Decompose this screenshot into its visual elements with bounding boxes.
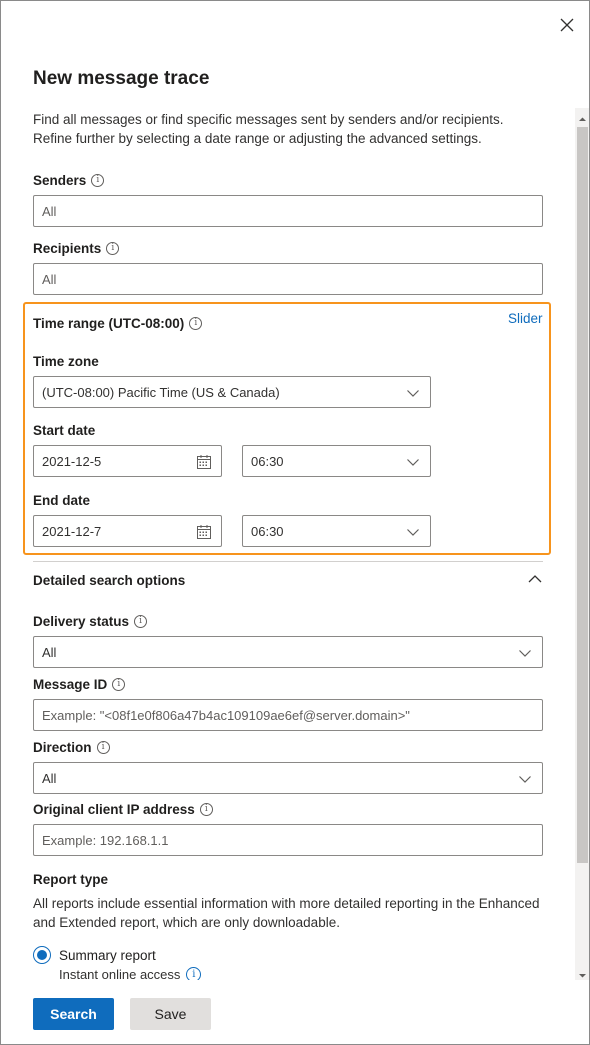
chevron-down-icon xyxy=(407,529,419,536)
recipients-placeholder: All xyxy=(42,271,57,287)
time-range-label: Time range (UTC-08:00) i xyxy=(33,316,203,331)
chevron-down-icon xyxy=(407,459,419,466)
delivery-status-value: All xyxy=(42,644,57,660)
report-type-description: All reports include essential informatio… xyxy=(33,896,540,930)
search-button[interactable]: Search xyxy=(33,998,114,1030)
report-type-label: Report type xyxy=(33,872,109,887)
end-date-value: 2021-12-7 xyxy=(42,523,102,539)
start-date-picker[interactable]: 2021-12-5 xyxy=(33,445,222,477)
info-icon[interactable]: i xyxy=(112,678,126,691)
time-zone-dropdown[interactable]: (UTC-08:00) Pacific Time (US & Canada) xyxy=(33,376,431,408)
delivery-status-label-text: Delivery status xyxy=(33,614,130,629)
direction-dropdown[interactable]: All xyxy=(33,762,543,794)
recipients-input[interactable]: All xyxy=(33,263,543,295)
summary-report-radio[interactable]: Summary report xyxy=(33,946,156,964)
time-zone-value: (UTC-08:00) Pacific Time (US & Canada) xyxy=(42,384,280,400)
save-button[interactable]: Save xyxy=(130,998,211,1030)
time-zone-label: Time zone xyxy=(33,354,99,369)
panel-title: New message trace xyxy=(33,68,210,89)
chevron-down-icon xyxy=(519,650,531,657)
recipients-label-text: Recipients xyxy=(33,241,102,256)
end-time-value: 06:30 xyxy=(251,523,284,539)
message-id-label: Message ID i xyxy=(33,677,126,692)
message-id-placeholder: Example: "<08f1e0f806a47b4ac109109ae6ef@… xyxy=(42,707,410,723)
senders-label-text: Senders xyxy=(33,173,87,188)
senders-placeholder: All xyxy=(42,203,57,219)
radio-selected-icon[interactable] xyxy=(33,946,51,964)
scroll-down-icon[interactable] xyxy=(578,967,587,978)
senders-label: Senders i xyxy=(33,173,105,188)
end-time-dropdown[interactable]: 06:30 xyxy=(242,515,431,547)
detailed-search-header[interactable]: Detailed search options xyxy=(33,573,185,588)
delivery-status-label: Delivery status i xyxy=(33,614,148,629)
client-ip-input[interactable]: Example: 192.168.1.1 xyxy=(33,824,543,856)
message-id-input[interactable]: Example: "<08f1e0f806a47b4ac109109ae6ef@… xyxy=(33,699,543,731)
message-id-label-text: Message ID xyxy=(33,677,108,692)
chevron-up-icon[interactable] xyxy=(527,571,543,587)
slider-link[interactable]: Slider xyxy=(508,311,543,326)
senders-input[interactable]: All xyxy=(33,195,543,227)
calendar-icon[interactable] xyxy=(196,454,212,470)
info-icon[interactable]: i xyxy=(134,615,148,628)
info-icon[interactable]: i xyxy=(199,803,213,816)
info-icon[interactable]: i xyxy=(186,967,202,980)
info-icon[interactable]: i xyxy=(106,242,120,255)
end-date-picker[interactable]: 2021-12-7 xyxy=(33,515,222,547)
section-divider xyxy=(33,561,543,562)
summary-report-subtext: Instant online access i xyxy=(59,967,202,980)
chevron-down-icon xyxy=(407,390,419,397)
info-icon[interactable]: i xyxy=(91,174,105,187)
end-date-label: End date xyxy=(33,493,91,508)
direction-value: All xyxy=(42,770,57,786)
panel-description: Find all messages or find specific messa… xyxy=(33,112,504,146)
direction-label-text: Direction xyxy=(33,740,92,755)
direction-label: Direction i xyxy=(33,740,110,755)
scroll-up-icon[interactable] xyxy=(578,111,587,121)
time-range-label-text: Time range (UTC-08:00) xyxy=(33,316,185,331)
start-time-dropdown[interactable]: 06:30 xyxy=(242,445,431,477)
start-time-value: 06:30 xyxy=(251,453,284,469)
radio-dot xyxy=(37,950,47,960)
chevron-down-icon xyxy=(519,776,531,783)
client-ip-placeholder: Example: 192.168.1.1 xyxy=(42,832,169,848)
scrollbar-thumb[interactable] xyxy=(577,127,588,863)
summary-report-sub-text: Instant online access xyxy=(59,967,181,980)
info-icon[interactable]: i xyxy=(96,741,110,754)
start-date-label: Start date xyxy=(33,423,96,438)
delivery-status-dropdown[interactable]: All xyxy=(33,636,543,668)
summary-report-label: Summary report xyxy=(59,947,156,963)
calendar-icon[interactable] xyxy=(196,524,212,540)
info-icon[interactable]: i xyxy=(189,317,203,330)
recipients-label: Recipients i xyxy=(33,241,120,256)
start-date-value: 2021-12-5 xyxy=(42,453,102,469)
client-ip-label: Original client IP address i xyxy=(33,802,213,817)
close-icon[interactable] xyxy=(557,15,577,35)
client-ip-label-text: Original client IP address xyxy=(33,802,195,817)
message-trace-panel: New message trace Find all messages or f… xyxy=(0,0,590,1045)
